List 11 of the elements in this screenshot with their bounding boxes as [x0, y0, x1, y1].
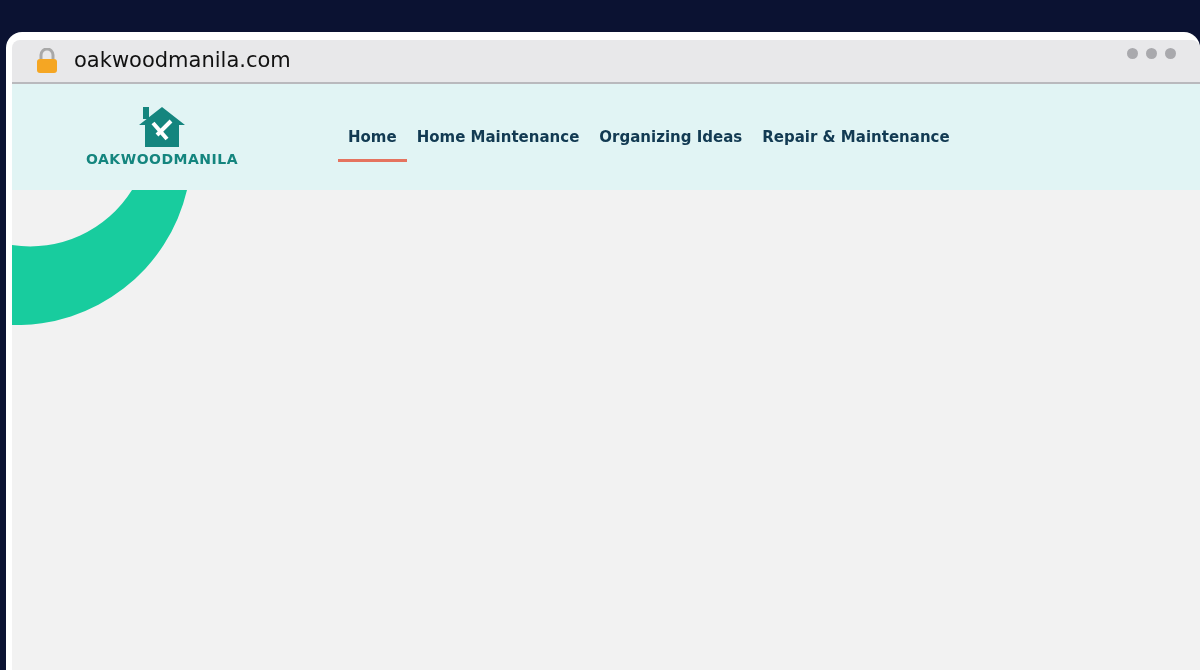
nav-link[interactable]: Home Maintenance — [406, 120, 590, 162]
lock-icon — [36, 48, 58, 74]
house-logo-icon[interactable] — [137, 104, 187, 149]
nav-link[interactable]: Repair & Maintenance — [752, 120, 960, 162]
nav-link[interactable]: Home — [338, 120, 407, 162]
window-dot[interactable] — [1127, 48, 1138, 59]
nav-link[interactable]: Organizing Ideas — [589, 120, 753, 162]
logo-text[interactable]: OAKWOODMANILA — [86, 148, 238, 170]
window-dot[interactable] — [1146, 48, 1157, 59]
window-dot[interactable] — [1165, 48, 1176, 59]
url-text[interactable]: oakwoodmanila.com — [74, 45, 291, 77]
